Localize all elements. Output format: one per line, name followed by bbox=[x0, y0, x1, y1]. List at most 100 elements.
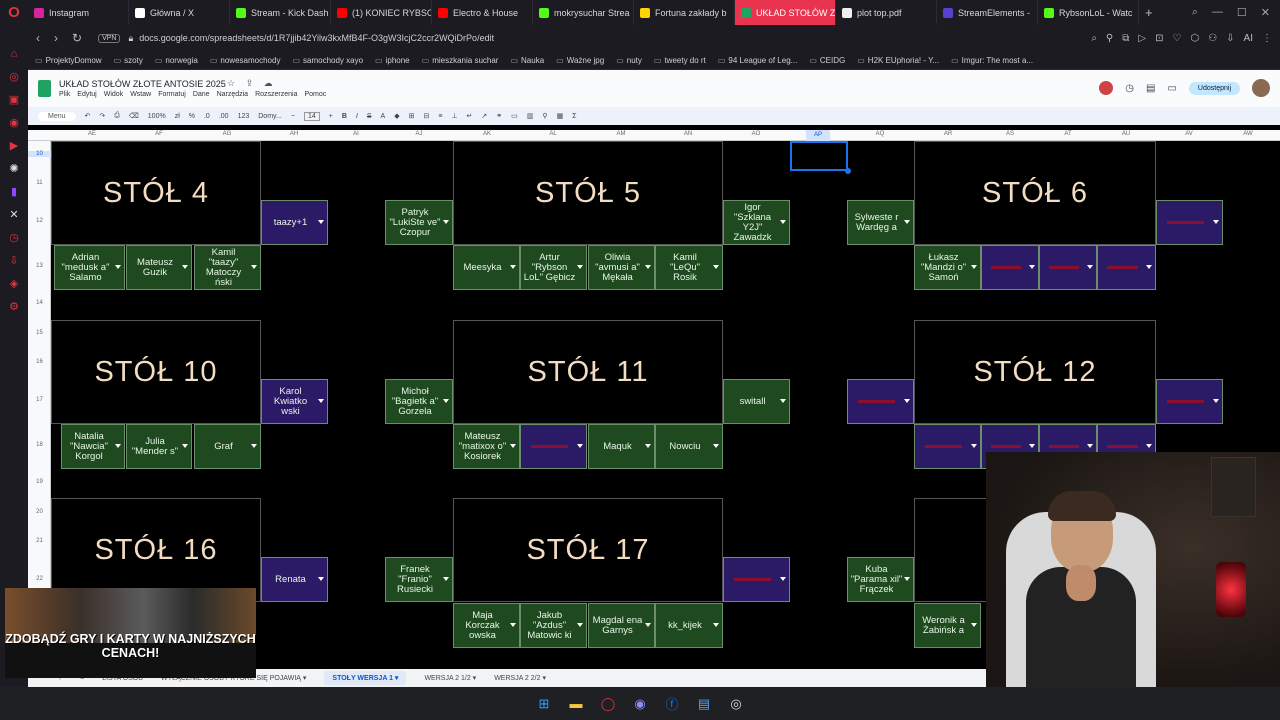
opera-logo-icon[interactable]: O bbox=[0, 0, 28, 25]
sheet-tab[interactable]: WERSJA 2 2/2 ▾ bbox=[494, 674, 546, 682]
dropdown-icon[interactable] bbox=[443, 219, 449, 224]
filter-icon[interactable]: ⚲ bbox=[542, 112, 547, 120]
comments-icon[interactable]: ▤ bbox=[1146, 83, 1155, 94]
column-header[interactable]: AO bbox=[752, 131, 761, 137]
bookmark-item[interactable]: ▭ samochody xayo bbox=[292, 56, 363, 65]
column-header[interactable]: AG bbox=[223, 131, 232, 137]
dropdown-icon[interactable] bbox=[510, 622, 516, 627]
column-header[interactable]: AM bbox=[617, 131, 626, 137]
notes-icon[interactable]: ▤ bbox=[695, 695, 713, 713]
dropdown-icon[interactable] bbox=[713, 264, 719, 269]
fill-handle[interactable] bbox=[845, 168, 851, 174]
seat-cell-empty[interactable] bbox=[520, 424, 587, 469]
bookmark-item[interactable]: ▭ iphone bbox=[375, 56, 410, 65]
paint-format-icon[interactable]: ⌫ bbox=[129, 112, 139, 120]
chatgpt-icon[interactable]: ✺ bbox=[7, 162, 21, 176]
discord-icon[interactable]: ◉ bbox=[631, 695, 649, 713]
seat-cell-empty[interactable] bbox=[1156, 379, 1223, 424]
bookmark-item[interactable]: ▭ Nauka bbox=[510, 56, 544, 65]
dropdown-icon[interactable] bbox=[645, 622, 651, 627]
column-header[interactable]: AE bbox=[88, 131, 96, 137]
home-icon[interactable]: ⌂ bbox=[7, 47, 21, 61]
browser-tab[interactable]: plot top.pdf bbox=[836, 0, 937, 25]
seat-cell[interactable]: Julia "Mender s" bbox=[126, 424, 192, 469]
account-avatar[interactable] bbox=[1252, 79, 1270, 97]
row-header[interactable]: 19 bbox=[28, 479, 51, 485]
seat-cell[interactable]: Nowciu bbox=[655, 424, 723, 469]
pin-page-icon[interactable]: ⚲ bbox=[1106, 33, 1113, 44]
bag-icon[interactable]: ▣ bbox=[7, 93, 21, 107]
play-icon[interactable]: ▷ bbox=[1138, 33, 1146, 44]
menu-item[interactable]: Rozszerzenia bbox=[255, 91, 297, 98]
column-header[interactable]: AH bbox=[290, 131, 298, 137]
font-size-decrease-icon[interactable]: − bbox=[291, 113, 295, 120]
seat-cell[interactable]: Natalia "Nawcia" Korgol bbox=[61, 424, 125, 469]
reload-icon[interactable]: ↻ bbox=[72, 31, 82, 45]
sheet-tab-active[interactable]: STOŁY WERSJA 1 ▾ bbox=[324, 671, 407, 685]
seat-cell-empty[interactable] bbox=[1156, 200, 1223, 245]
dropdown-icon[interactable] bbox=[443, 576, 449, 581]
dropdown-icon[interactable] bbox=[780, 219, 786, 224]
table-block-4[interactable]: STÓŁ 4 bbox=[51, 141, 261, 245]
url-field[interactable]: docs.google.com/spreadsheets/d/1R7jjib42… bbox=[139, 33, 494, 43]
menu-item[interactable]: Edytuj bbox=[77, 91, 96, 98]
selected-cell[interactable] bbox=[790, 141, 848, 171]
menu-item[interactable]: Pomoc bbox=[305, 91, 327, 98]
x-icon[interactable]: ✕ bbox=[7, 208, 21, 222]
italic-icon[interactable]: I bbox=[356, 113, 358, 120]
table-block-5[interactable]: STÓŁ 5 bbox=[453, 141, 723, 245]
menu-item[interactable]: Dane bbox=[193, 91, 210, 98]
seat-cell[interactable]: Jakub "Azdus" Matowic ki bbox=[520, 603, 587, 648]
history-icon[interactable]: ◷ bbox=[7, 231, 21, 245]
dropdown-icon[interactable] bbox=[1213, 398, 1219, 403]
seat-cell[interactable]: switall bbox=[723, 379, 790, 424]
row-header[interactable]: 21 bbox=[28, 538, 51, 544]
seat-cell[interactable]: Patryk "LukiSte ve" Czopur bbox=[385, 200, 453, 245]
browser-tab[interactable]: RybsonLoL - Watc bbox=[1038, 0, 1139, 25]
ai-icon[interactable]: ◎ bbox=[7, 70, 21, 84]
column-header[interactable]: AP bbox=[805, 130, 831, 141]
column-header[interactable]: AT bbox=[1064, 131, 1071, 137]
dropdown-icon[interactable] bbox=[713, 622, 719, 627]
seat-cell-empty[interactable] bbox=[1097, 245, 1156, 290]
row-header[interactable]: 16 bbox=[28, 359, 51, 365]
row-header[interactable]: 10 bbox=[28, 151, 51, 157]
messenger-icon[interactable]: ◉ bbox=[7, 116, 21, 130]
row-header[interactable]: 11 bbox=[28, 180, 51, 186]
new-tab-icon[interactable]: + bbox=[1139, 5, 1159, 20]
currency-button[interactable]: zł bbox=[175, 113, 180, 120]
wrap-icon[interactable]: ↵ bbox=[467, 112, 473, 120]
dropdown-icon[interactable] bbox=[904, 398, 910, 403]
menu-item[interactable]: Formatuj bbox=[158, 91, 186, 98]
dropdown-icon[interactable] bbox=[971, 443, 977, 448]
snap-icon[interactable]: ⊡ bbox=[1155, 33, 1163, 44]
table-block-16[interactable]: STÓŁ 16 bbox=[51, 498, 261, 602]
collaborator-avatar[interactable] bbox=[1099, 81, 1114, 95]
row-header[interactable]: 12 bbox=[28, 218, 51, 224]
dropdown-icon[interactable] bbox=[577, 622, 583, 627]
bookmark-item[interactable]: ▭ norwegia bbox=[155, 56, 198, 65]
functions-icon[interactable]: Σ bbox=[572, 113, 576, 120]
star-icon[interactable]: ☆ ⇪ ☁ bbox=[227, 78, 277, 89]
history-icon[interactable]: ◷ bbox=[1125, 83, 1134, 94]
bookmark-item[interactable]: ▭ H2K EUphoria! - Y... bbox=[857, 56, 939, 65]
dropdown-icon[interactable] bbox=[971, 622, 977, 627]
seat-cell[interactable]: Oliwia "avmusi a" Mękała bbox=[588, 245, 655, 290]
share-button[interactable]: Udostępnij bbox=[1188, 81, 1240, 95]
dropdown-icon[interactable] bbox=[182, 443, 188, 448]
column-header[interactable]: AL bbox=[549, 131, 556, 137]
browser-tab[interactable]: Electro & House bbox=[432, 0, 533, 25]
opera-browser-icon[interactable]: ◯ bbox=[599, 695, 617, 713]
browser-tab[interactable]: Główna / X bbox=[129, 0, 230, 25]
menu-item[interactable]: Widok bbox=[104, 91, 123, 98]
download-bar-icon[interactable]: ⇩ bbox=[1226, 33, 1234, 44]
browser-tab[interactable]: mokrysuchar Strea bbox=[533, 0, 634, 25]
decrease-decimal-button[interactable]: .0 bbox=[204, 113, 210, 120]
browser-tab[interactable]: Stream - Kick Dash bbox=[230, 0, 331, 25]
row-header[interactable]: 17 bbox=[28, 397, 51, 403]
dropdown-icon[interactable] bbox=[780, 398, 786, 403]
dropdown-icon[interactable] bbox=[443, 398, 449, 403]
dropdown-icon[interactable] bbox=[971, 264, 977, 269]
bookmark-item[interactable]: ▭ Ważne jpg bbox=[556, 56, 604, 65]
dropdown-icon[interactable] bbox=[577, 264, 583, 269]
